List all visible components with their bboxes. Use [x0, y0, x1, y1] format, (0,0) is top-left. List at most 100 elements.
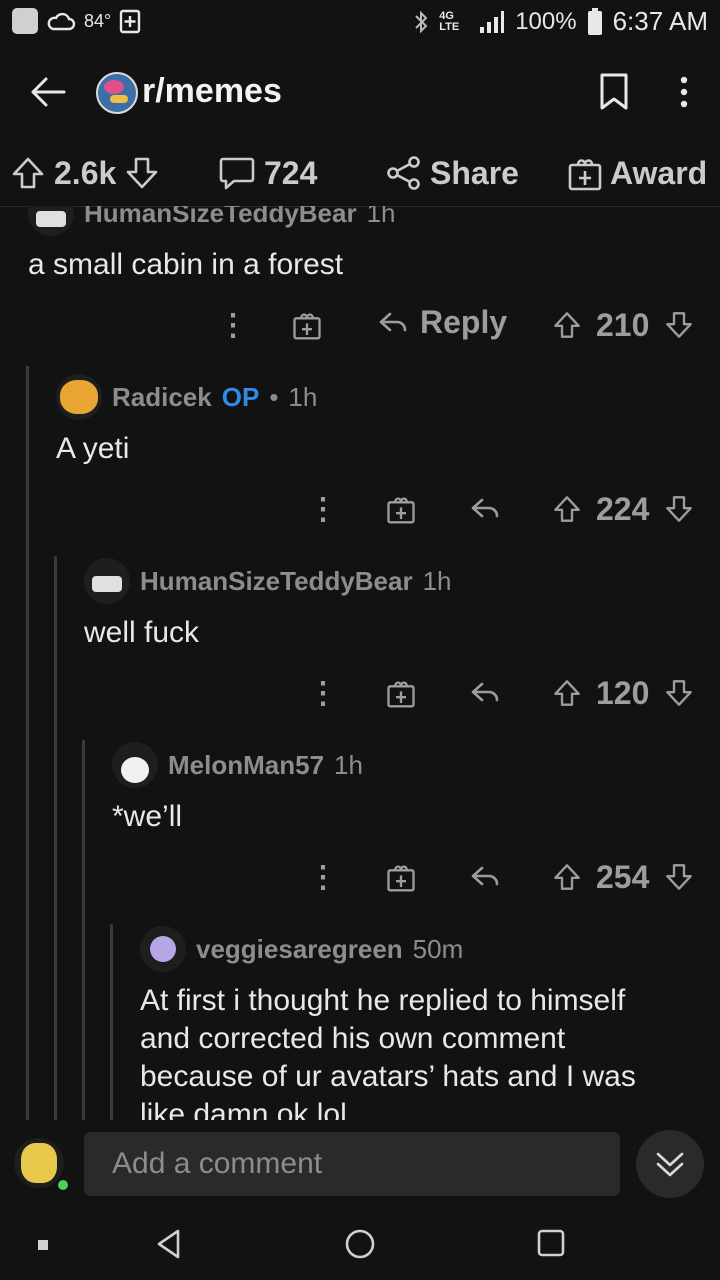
comment-input-placeholder: Add a comment [112, 1147, 323, 1180]
author-name: HumanSizeTeddyBear [140, 565, 413, 596]
author-name: Radicek [112, 381, 212, 412]
temperature: 84° [84, 10, 112, 31]
nav-home-icon[interactable] [344, 1228, 376, 1260]
comment-time: 1h [288, 381, 318, 412]
op-badge: OP [221, 381, 260, 412]
award-icon[interactable] [292, 310, 322, 340]
cloud-icon [47, 12, 76, 31]
system-nav-bar [0, 1210, 720, 1280]
separator-dot: • [269, 381, 279, 412]
reply-label: Reply [420, 304, 508, 340]
status-right: 4G LTE 100% 6:37 AM [413, 6, 708, 37]
comment-line: At first i thought he replied to himself [140, 984, 626, 1017]
thread-line[interactable] [110, 924, 113, 1120]
downvote-icon[interactable] [124, 155, 160, 191]
reply-icon[interactable] [470, 680, 500, 706]
more-options-icon[interactable]: ⋮ [308, 676, 338, 711]
award-icon[interactable] [386, 678, 416, 708]
author-name: veggiesaregreen [196, 933, 403, 964]
comment-input[interactable]: Add a comment [84, 1132, 620, 1196]
comment-author[interactable]: MelonMan57 1h [112, 742, 363, 788]
award-button[interactable]: Award [568, 140, 707, 206]
signal-icon [480, 10, 505, 33]
more-options-icon[interactable]: ⋮ [218, 308, 248, 343]
avatar[interactable] [56, 374, 102, 420]
more-vertical-icon[interactable] [672, 74, 696, 110]
comment-time: 1h [334, 749, 363, 780]
reply-button[interactable]: Reply [378, 304, 507, 341]
comment-score: 254 [596, 858, 650, 895]
comment-line: because of ur avatars’ hats and I was [140, 1060, 636, 1093]
comment-composer: Add a comment [0, 1120, 720, 1210]
downvote-icon[interactable] [664, 862, 694, 892]
award-label: Award [610, 154, 708, 191]
back-arrow-icon[interactable] [28, 72, 68, 112]
subreddit-title[interactable]: r/memes [142, 72, 282, 111]
bookmark-icon[interactable] [598, 72, 630, 112]
battery-percent: 100% [515, 7, 577, 35]
downvote-icon[interactable] [664, 678, 694, 708]
comment-icon [219, 157, 255, 190]
share-label: Share [430, 154, 519, 191]
app-icon [12, 8, 38, 34]
reply-icon[interactable] [470, 496, 500, 522]
upvote-icon[interactable] [552, 310, 582, 340]
award-icon [568, 159, 602, 191]
comment-body: A yeti [56, 432, 130, 465]
comment-count: 724 [264, 154, 318, 191]
comment-time: 50m [412, 933, 464, 964]
subreddit-avatar[interactable] [96, 72, 138, 114]
comment-thread: HumanSizeTeddyBear 1h a small cabin in a… [0, 206, 720, 1120]
clock: 6:37 AM [612, 6, 708, 36]
more-options-icon[interactable]: ⋮ [308, 860, 338, 895]
comment-author[interactable]: HumanSizeTeddyBear 1h [84, 558, 452, 604]
comment-author[interactable]: HumanSizeTeddyBear 1h [28, 206, 396, 236]
upvote-icon[interactable] [552, 862, 582, 892]
upvote-icon[interactable] [10, 155, 46, 191]
avatar[interactable] [112, 742, 158, 788]
post-action-bar: 2.6k 724 Share Award [0, 140, 720, 207]
comment-author[interactable]: Radicek OP • 1h [56, 374, 317, 420]
comment-body: a small cabin in a forest [28, 248, 344, 281]
reply-icon[interactable] [470, 864, 500, 890]
app-bar: r/memes [0, 44, 720, 140]
add-box-icon [120, 9, 141, 34]
comment-author[interactable]: veggiesaregreen 50m [140, 926, 463, 972]
more-options-icon[interactable]: ⋮ [308, 492, 338, 527]
user-avatar[interactable] [14, 1138, 70, 1192]
avatar[interactable] [140, 926, 186, 972]
award-icon[interactable] [386, 862, 416, 892]
status-bar: 84° 4G LTE 100% 6:37 AM [0, 0, 720, 44]
downvote-icon[interactable] [664, 494, 694, 524]
post-vote: 2.6k [10, 140, 160, 206]
status-left: 84° [12, 8, 141, 34]
share-icon [387, 156, 420, 190]
comment-actions: ⋮ 120 [0, 668, 720, 718]
bluetooth-icon [415, 10, 428, 33]
post-vote-count: 2.6k [54, 154, 117, 191]
nav-dot-icon[interactable] [38, 1240, 48, 1250]
thread-line[interactable] [54, 556, 57, 1120]
comments-button[interactable]: 724 [218, 140, 317, 206]
collapse-threads-button[interactable] [636, 1130, 704, 1198]
thread-line[interactable] [82, 740, 85, 1120]
nav-recents-icon[interactable] [536, 1228, 566, 1258]
comment-time: 1h [422, 565, 452, 596]
avatar[interactable] [28, 206, 74, 236]
thread-line[interactable] [26, 366, 29, 1120]
comment-actions: ⋮ 224 [0, 484, 720, 534]
comment-body: At first i thought he replied to himself… [140, 982, 636, 1120]
avatar[interactable] [84, 558, 130, 604]
comment-line: and corrected his own comment [140, 1022, 566, 1055]
online-status-dot [56, 1178, 70, 1192]
double-chevron-down-icon [656, 1152, 684, 1177]
downvote-icon[interactable] [664, 310, 694, 340]
comment-score: 210 [596, 306, 650, 343]
share-button[interactable]: Share [386, 140, 519, 206]
award-icon[interactable] [386, 494, 416, 524]
nav-back-icon[interactable] [154, 1228, 184, 1260]
upvote-icon[interactable] [552, 494, 582, 524]
author-name: HumanSizeTeddyBear [84, 206, 357, 228]
upvote-icon[interactable] [552, 678, 582, 708]
author-name: MelonMan57 [168, 749, 325, 780]
